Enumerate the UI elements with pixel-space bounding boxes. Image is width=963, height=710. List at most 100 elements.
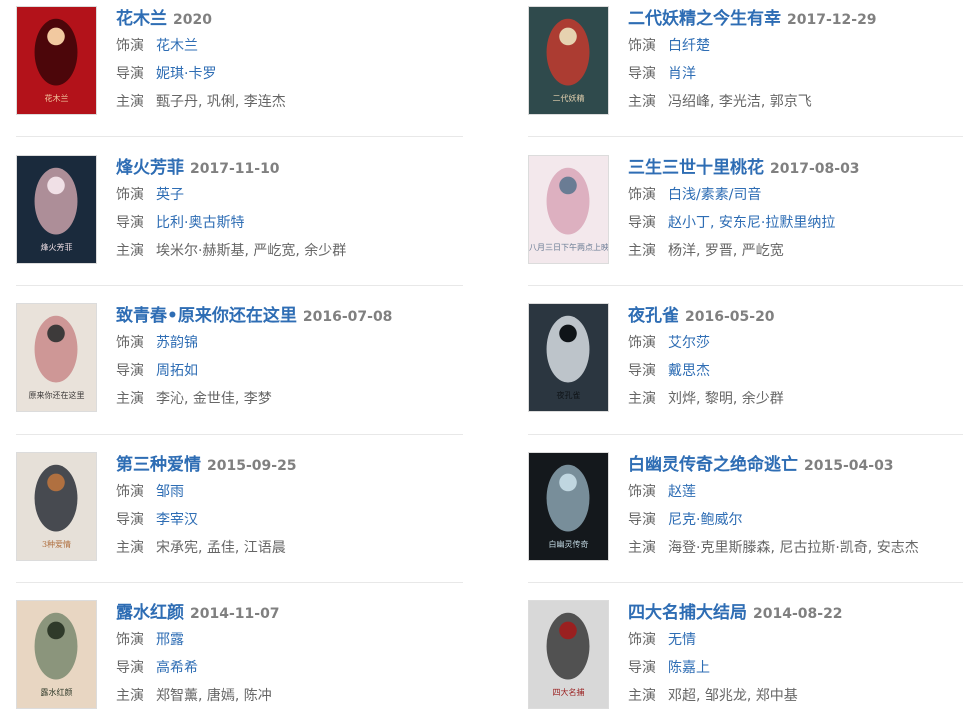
cast-names: 冯绍峰, 李光洁, 郭京飞	[668, 94, 812, 110]
cast-names: 宋承宪, 孟佳, 江语晨	[156, 540, 286, 556]
release-date: 2016-05-20	[685, 309, 775, 325]
role-link[interactable]: 花木兰	[156, 38, 198, 54]
role-label: 饰演	[628, 335, 656, 351]
title-line: 二代妖精之今生有幸 2017-12-29	[628, 6, 963, 32]
cast-row: 主演 刘烨, 黎明, 余少群	[628, 385, 963, 413]
movie-title-link[interactable]: 二代妖精之今生有幸	[628, 9, 781, 29]
movie-title-link[interactable]: 夜孔雀	[628, 306, 679, 326]
role-row: 饰演 花木兰	[116, 32, 463, 60]
cast-names: 海登·克里斯滕森, 尼古拉斯·凯奇, 安志杰	[668, 540, 919, 556]
title-line: 夜孔雀 2016-05-20	[628, 303, 963, 329]
role-link[interactable]: 白纤楚	[668, 38, 710, 54]
role-row: 饰演 艾尔莎	[628, 329, 963, 357]
movie-title-link[interactable]: 四大名捕大结局	[628, 603, 747, 623]
title-line: 烽火芳菲 2017-11-10	[116, 155, 463, 181]
movie-poster[interactable]: 白幽灵传奇	[528, 452, 609, 561]
poster-face	[47, 621, 65, 640]
movie-title-link[interactable]: 露水红颜	[116, 603, 184, 623]
role-link[interactable]: 艾尔莎	[668, 335, 710, 351]
movie-info: 夜孔雀 2016-05-20 饰演 艾尔莎 导演 戴思杰 主演 刘烨, 黎明, 余少群	[628, 303, 963, 413]
cast-names: 邓超, 邹兆龙, 郑中基	[668, 688, 798, 704]
poster-title-text: 白幽灵传奇	[548, 540, 589, 549]
movie-title-link[interactable]: 第三种爱情	[116, 455, 201, 475]
row-separator	[528, 136, 963, 137]
poster-title-text: 八月三日下午两点上映	[529, 243, 608, 252]
role-link[interactable]: 苏韵锦	[156, 335, 198, 351]
movie-poster[interactable]: 3种爱情	[16, 452, 97, 561]
cast-row: 主演 杨洋, 罗晋, 严屹宽	[628, 237, 963, 265]
movie-card: 八月三日下午两点上映 三生三世十里桃花 2017-08-03 饰演 白浅/素素/司音 导演…	[528, 155, 963, 265]
movie-card: 露水红颜 露水红颜 2014-11-07 饰演 邢露 导演 高希希 主演 郑智薰, 唐嫣, 陈冲	[16, 600, 463, 710]
director-link[interactable]: 赵小丁, 安东尼·拉默里纳拉	[668, 215, 835, 231]
cast-label: 主演	[116, 540, 144, 556]
movie-info: 四大名捕大结局 2014-08-22 饰演 无情 导演 陈嘉上 主演 邓超, 邹兆龙, 郑中基	[628, 600, 963, 710]
director-link[interactable]: 比利·奥古斯特	[156, 215, 244, 231]
role-link[interactable]: 邹雨	[156, 484, 184, 500]
poster-title-text: 露水红颜	[40, 688, 73, 697]
cast-row: 主演 甄子丹, 巩俐, 李连杰	[116, 88, 463, 116]
role-row: 饰演 白浅/素素/司音	[628, 181, 963, 209]
role-link[interactable]: 邢露	[156, 632, 184, 648]
cast-row: 主演 邓超, 邹兆龙, 郑中基	[628, 682, 963, 710]
role-row: 饰演 赵莲	[628, 478, 963, 506]
cast-names: 李沁, 金世佳, 李梦	[156, 391, 272, 407]
movie-poster[interactable]: 露水红颜	[16, 600, 97, 709]
poster-face	[47, 473, 65, 492]
cast-names: 埃米尔·赫斯基, 严屹宽, 余少群	[156, 243, 347, 259]
movie-title-link[interactable]: 白幽灵传奇之绝命逃亡	[628, 455, 798, 475]
movie-card: 花木兰 花木兰 2020 饰演 花木兰 导演 妮琪·卡罗 主演 甄子丹, 巩俐, 李连杰	[16, 6, 463, 116]
director-label: 导演	[116, 363, 144, 379]
poster-title-text: 烽火芳菲	[40, 243, 73, 252]
role-link[interactable]: 赵莲	[668, 484, 696, 500]
movie-poster[interactable]: 夜孔雀	[528, 303, 609, 412]
movie-title-link[interactable]: 烽火芳菲	[116, 158, 184, 178]
movie-poster[interactable]: 四大名捕	[528, 600, 609, 709]
cast-label: 主演	[628, 688, 656, 704]
role-link[interactable]: 英子	[156, 187, 184, 203]
role-row: 饰演 苏韵锦	[116, 329, 463, 357]
director-link[interactable]: 李宰汉	[156, 512, 198, 528]
director-link[interactable]: 妮琪·卡罗	[156, 66, 216, 82]
row-separator	[528, 285, 963, 286]
poster-face	[559, 473, 577, 492]
movie-poster[interactable]: 原来你还在这里	[16, 303, 97, 412]
director-link[interactable]: 尼克·鲍威尔	[668, 512, 742, 528]
poster-face	[47, 324, 65, 343]
row-separator	[528, 582, 963, 583]
movie-card: 3种爱情 第三种爱情 2015-09-25 饰演 邹雨 导演 李宰汉 主演 宋承宪, 孟佳, 江…	[16, 452, 463, 562]
role-link[interactable]: 白浅/素素/司音	[668, 187, 761, 203]
movie-info: 三生三世十里桃花 2017-08-03 饰演 白浅/素素/司音 导演 赵小丁, 安东尼·拉…	[628, 155, 963, 265]
director-link[interactable]: 陈嘉上	[668, 660, 710, 676]
row-separator	[16, 136, 463, 137]
poster-face	[47, 176, 65, 195]
poster-title-text: 3种爱情	[41, 540, 72, 549]
cast-label: 主演	[116, 94, 144, 110]
movie-poster[interactable]: 烽火芳菲	[16, 155, 97, 264]
director-link[interactable]: 肖洋	[668, 66, 696, 82]
poster-face	[47, 27, 65, 46]
movie-poster[interactable]: 花木兰	[16, 6, 97, 115]
role-label: 饰演	[628, 484, 656, 500]
director-link[interactable]: 高希希	[156, 660, 198, 676]
role-link[interactable]: 无情	[668, 632, 696, 648]
movie-title-link[interactable]: 三生三世十里桃花	[628, 158, 764, 178]
movie-title-link[interactable]: 花木兰	[116, 9, 167, 29]
release-date: 2016-07-08	[302, 309, 393, 325]
director-row: 导演 李宰汉	[116, 506, 463, 534]
release-date: 2017-11-10	[190, 161, 280, 177]
movie-poster[interactable]: 八月三日下午两点上映	[528, 155, 609, 264]
cast-names: 郑智薰, 唐嫣, 陈冲	[156, 688, 272, 704]
movie-poster[interactable]: 二代妖精	[528, 6, 609, 115]
movie-info: 露水红颜 2014-11-07 饰演 邢露 导演 高希希 主演 郑智薰, 唐嫣, 陈冲	[116, 600, 463, 710]
role-row: 饰演 无情	[628, 626, 963, 654]
cast-names: 甄子丹, 巩俐, 李连杰	[156, 94, 286, 110]
role-label: 饰演	[116, 38, 144, 54]
director-row: 导演 尼克·鲍威尔	[628, 506, 963, 534]
role-label: 饰演	[116, 484, 144, 500]
release-date: 2020	[173, 12, 212, 28]
director-link[interactable]: 戴思杰	[668, 363, 710, 379]
movie-title-link[interactable]: 致青春•原来你还在这里	[116, 306, 297, 326]
cast-row: 主演 宋承宪, 孟佳, 江语晨	[116, 534, 463, 562]
filmography-grid: 花木兰 花木兰 2020 饰演 花木兰 导演 妮琪·卡罗 主演 甄子丹, 巩俐, 李连杰 二代妖精…	[0, 0, 963, 710]
director-link[interactable]: 周拓如	[156, 363, 198, 379]
